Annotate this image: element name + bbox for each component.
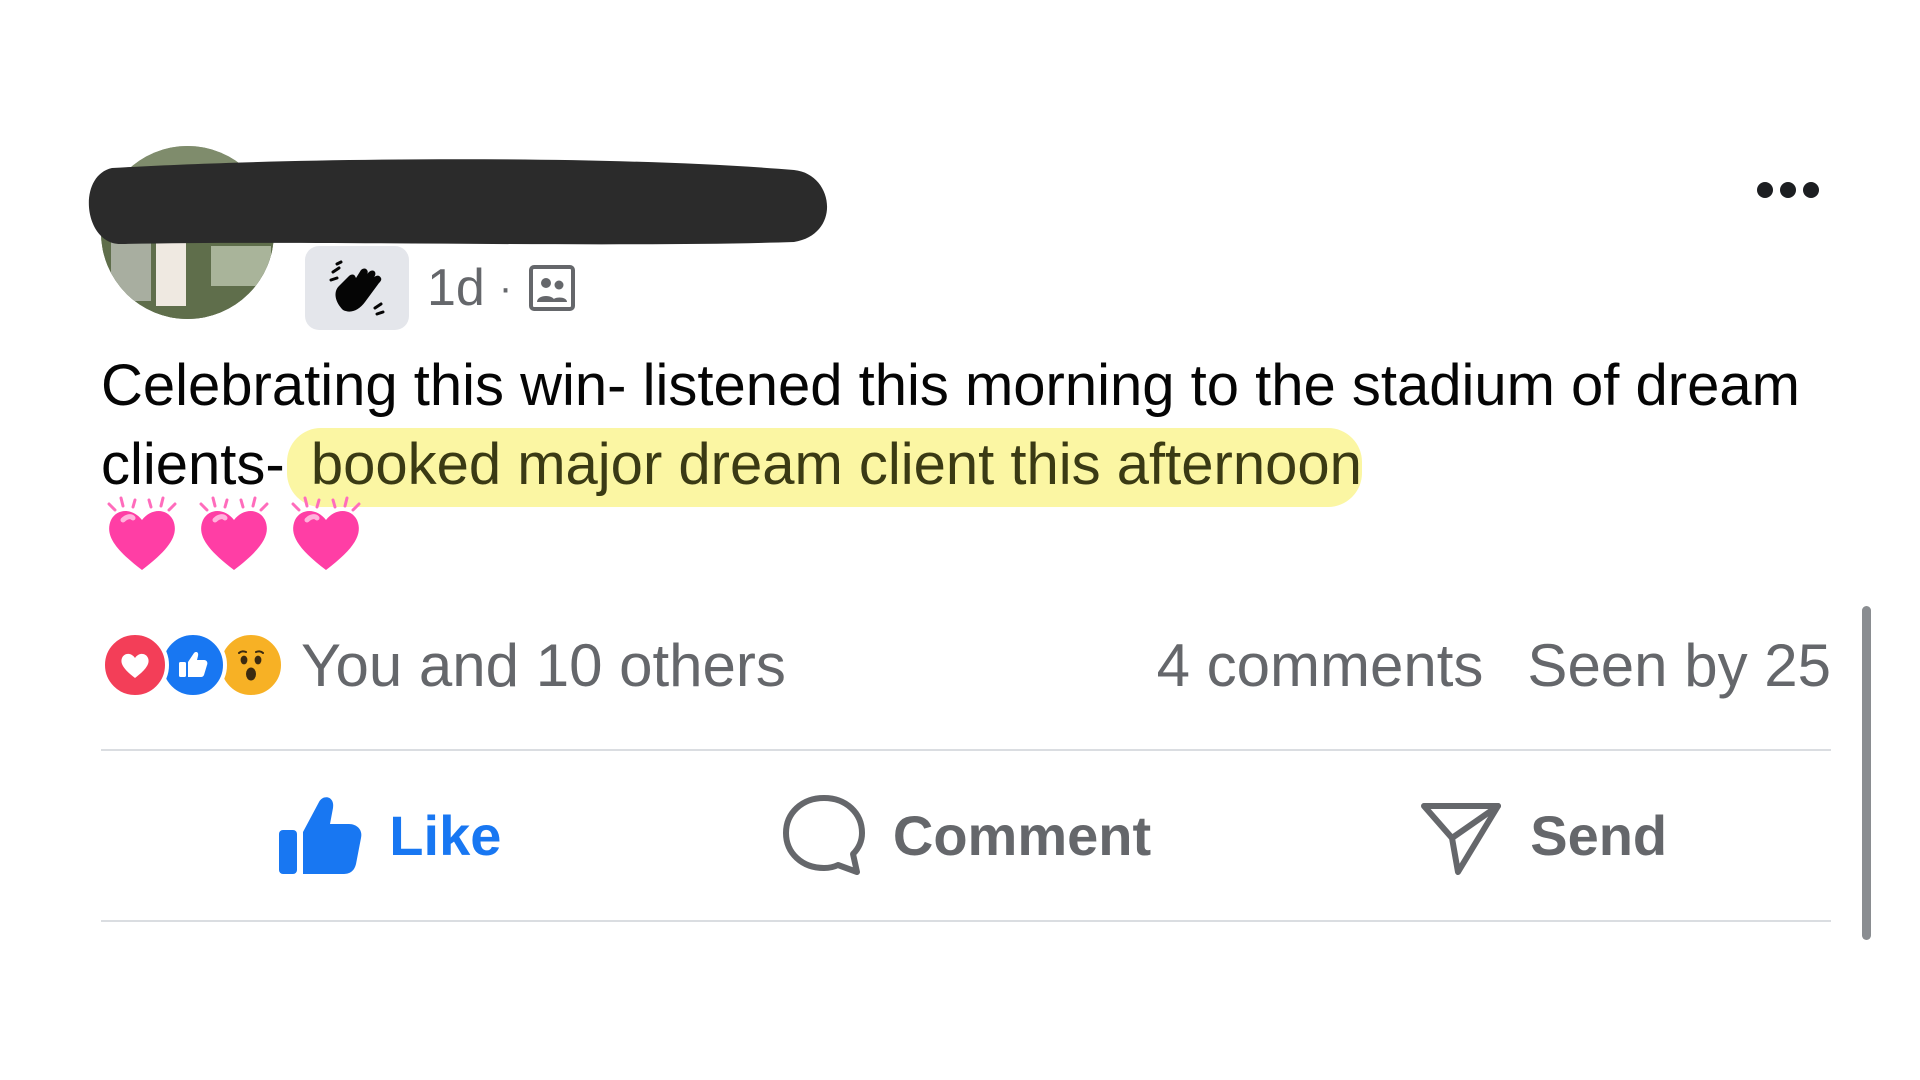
divider [101,749,1831,751]
send-button[interactable]: Send [1254,752,1831,918]
thumbs-up-icon [279,797,362,874]
growing-heart-emoji [291,496,361,570]
more-options-dot [1803,182,1819,198]
post-text: Celebrating this win- listened this morn… [101,346,1861,507]
post-text-highlighted: booked major dream client this afternoon [286,428,1362,507]
divider [101,920,1831,922]
send-label: Send [1530,803,1668,867]
wave-button[interactable] [305,246,409,330]
comments-count[interactable]: 4 comments [1157,631,1484,700]
speech-bubble-icon [782,795,865,875]
comment-label: Comment [892,803,1152,867]
post-stats: You and 10 others 4 comments Seen by 25 [101,628,1831,702]
reaction-icons[interactable] [101,631,285,699]
seen-by-count[interactable]: Seen by 25 [1527,631,1831,700]
wow-reaction-icon [217,631,285,699]
reactions-summary[interactable]: You and 10 others [301,631,786,700]
wave-hand-icon [329,260,385,316]
name-redaction [88,159,828,245]
post-counts: 4 comments Seen by 25 [1157,631,1831,700]
scrollbar[interactable] [1862,606,1871,940]
like-button[interactable]: Like [101,752,678,918]
growing-heart-emoji [199,496,269,570]
more-options-dot [1780,182,1796,198]
love-reaction-icon [101,631,169,699]
post-time[interactable]: 1d [427,262,485,314]
heart-emoji-group [101,496,367,578]
growing-heart-emoji [107,496,177,570]
like-reaction-icon [159,631,227,699]
meta-separator: · [498,266,513,310]
like-label: Like [389,803,502,867]
more-options-button[interactable] [1750,170,1826,210]
more-options-icon [1757,182,1773,198]
comment-button[interactable]: Comment [678,752,1255,918]
post-action-bar: Like Comment Send [101,752,1831,918]
post-meta: 1d · [305,246,578,330]
paper-plane-icon [1421,803,1502,875]
audience-friends-icon[interactable] [526,262,578,314]
